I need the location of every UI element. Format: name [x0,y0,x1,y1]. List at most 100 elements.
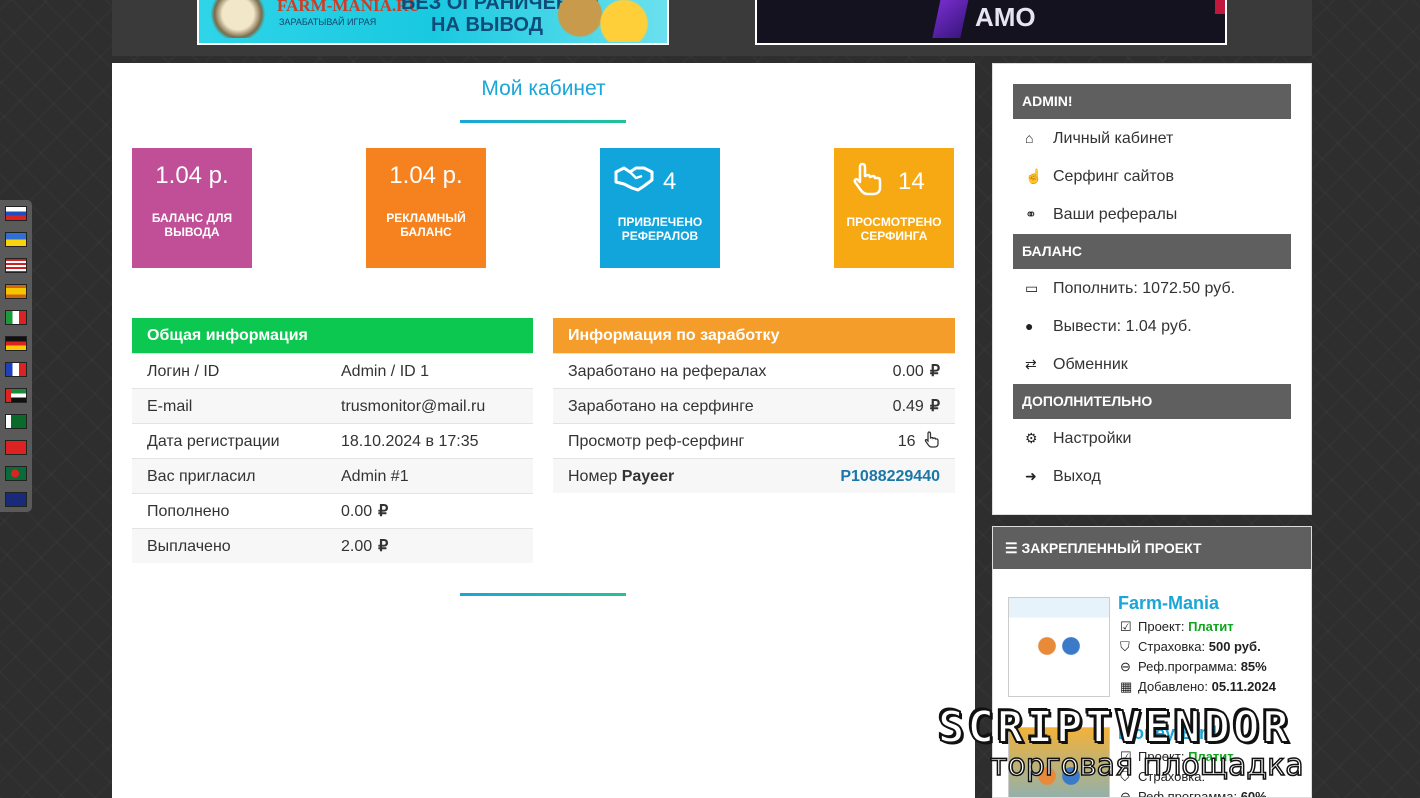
table-row: Выплачено 2.00 ₽ [132,528,533,563]
section-balance: БАЛАНС [1013,234,1291,269]
gear-icon: ⚙ [1025,430,1038,446]
amount: 0.49 [892,398,924,415]
earnings-info-table: Информация по заработку Заработано на ре… [553,318,955,493]
project-ref-line: ⊖ Реф.программа: 60% [1120,789,1267,798]
earnings-info-title: Информация по заработку [553,318,955,353]
row-key: Заработано на рефералах [568,363,767,380]
flag-germany-icon[interactable] [5,336,27,351]
sidebar-item-logout[interactable]: ➜ Выход [1025,464,1101,488]
stat-label: ПРИВЛЕЧЕНО РЕФЕРАЛОВ [617,215,703,243]
project-name-link[interactable]: Farm-Mania [1118,593,1219,614]
table-row: Пополнено 0.00 ₽ [132,493,533,528]
table-row: Просмотр реф-серфинг 16 [553,423,955,458]
project-added-line: ▦ Добавлено: 05.11.2024 [1120,679,1276,695]
flag-ukraine-icon[interactable] [5,232,27,247]
row-key: Заработано на серфинге [568,398,754,415]
general-info-title: Общая информация [132,318,533,353]
row-key: Дата регистрации [147,433,280,450]
email-value: trusmonitor@mail.ru [341,398,486,415]
section-additional: ДОПОЛНИТЕЛЬНО [1013,384,1291,419]
stat-value: 1.04 р. [389,162,463,189]
stat-label: ПРОСМОТРЕНО СЕРФИНГА [846,215,942,243]
pinned-title-text: ЗАКРЕПЛЕННЫЙ ПРОЕКТ [1021,540,1202,556]
amount: 0.00 [341,503,373,520]
sidebar-item-cabinet[interactable]: ⌂ Личный кабинет [1025,126,1173,150]
sidebar-item-withdraw[interactable]: ● Вывести: 1.04 руб. [1025,314,1192,338]
logout-icon: ➜ [1025,468,1037,484]
sidebar-item-label: Настройки [1053,430,1132,447]
stat-value: 1.04 р. [155,162,229,189]
flag-bangladesh-icon[interactable] [5,466,27,481]
ruble-icon: ₽ [929,398,940,415]
sidebar-item-exchange[interactable]: ⇄ Обменник [1025,352,1128,376]
label: Добавлено: [1138,679,1209,694]
table-row: Логин / ID Admin / ID 1 [132,353,533,388]
banner-brand: FARM-MANIA.RU [277,0,421,15]
stat-referrals: 4 ПРИВЛЕЧЕНО РЕФЕРАЛОВ [600,148,720,268]
sidebar-item-referrals[interactable]: ⚭ Ваши рефералы [1025,202,1177,226]
bottom-divider [460,593,626,596]
row-value: 18.10.2024 в 17:35 [341,433,479,450]
pointer-hand-icon [853,162,882,196]
stat-value: 14 [898,168,925,195]
flag-pakistan-icon[interactable] [5,414,27,429]
row-key: Вас пригласил [147,468,256,485]
home-icon: ⌂ [1025,130,1034,146]
flag-uae-icon[interactable] [5,388,27,403]
exchange-icon: ⇄ [1025,356,1037,372]
calendar-icon: ▦ [1120,679,1133,694]
ruble-icon: ₽ [929,363,940,380]
row-value: 0.00 ₽ [893,354,940,389]
flag-italy-icon[interactable] [5,310,27,325]
table-row: Заработано на серфинге 0.49 ₽ [553,388,955,423]
flag-turkey-icon[interactable] [5,440,27,455]
language-flags-panel [0,200,32,512]
stat-value: 4 [663,168,677,195]
project-ref-line: ⊖ Реф.программа: 85% [1120,659,1267,675]
label: Проект: [1138,619,1185,634]
sidebar-item-settings[interactable]: ⚙ Настройки [1025,426,1131,450]
section-admin: ADMIN! [1013,84,1291,119]
amount: 16 [897,433,916,450]
sidebar-item-deposit[interactable]: ▭ Пополнить: 1072.50 руб. [1025,276,1235,300]
flag-russia-icon[interactable] [5,206,27,221]
label: Реф.программа: [1138,789,1238,798]
flag-usa-icon[interactable] [5,258,27,273]
sidebar-item-label: Обменник [1053,356,1128,373]
flag-uk-icon[interactable] [5,492,27,507]
table-row: Номер Payeer P1088229440 [553,458,955,493]
added-value: 05.11.2024 [1211,679,1276,694]
farm-mania-banner[interactable]: FARM-MANIA.RU ЗАРАБАТЫВАЙ ИГРАЯ БЕЗ ОГРА… [197,0,669,45]
ruble-icon: ₽ [378,503,389,520]
row-value: 0.00 ₽ [341,494,388,529]
sidebar-item-surfing[interactable]: ☝ Серфинг сайтов [1025,164,1174,188]
row-key: Логин / ID [147,363,220,380]
row-key: Выплачено [147,538,231,555]
flag-spain-icon[interactable] [5,284,27,299]
row-key: E-mail [147,398,193,415]
project-thumbnail[interactable] [1008,597,1110,697]
cabinet-panel: Мой кабинет 1.04 р. БАЛАНС ДЛЯ ВЫВОДА 1.… [112,63,975,798]
amo-banner[interactable]: AMO [755,0,1227,45]
table-row: E-mail trusmonitor@mail.ru [132,388,533,423]
row-value: Admin #1 [341,468,409,485]
amo-banner-text: AMO [975,2,1036,32]
amo-logo-shape [932,0,970,38]
row-key: Пополнено [147,503,230,520]
circle-arrow-icon: ⊖ [1120,659,1131,674]
flag-france-icon[interactable] [5,362,27,377]
row-value: 0.49 ₽ [893,389,940,424]
label: Реф.программа: [1138,659,1238,674]
circle-arrow-icon: ⊖ [1120,789,1131,798]
pointer-hand-icon: ☝ [1025,168,1043,184]
sidebar-item-label: Пополнить: 1072.50 руб. [1053,280,1236,297]
row-key: Просмотр реф-серфинг [568,433,745,450]
sidebar-menu: ADMIN! ⌂ Личный кабинет ☝ Серфинг сайтов ⚭… [992,63,1312,515]
banner-subtitle: ЗАРАБАТЫВАЙ ИГРАЯ [279,17,377,27]
payeer-icon: ● [1025,318,1034,334]
stat-withdraw-balance: 1.04 р. БАЛАНС ДЛЯ ВЫВОДА [132,148,252,268]
payeer-account-link[interactable]: P1088229440 [840,459,940,494]
row-value: Admin / ID 1 [341,363,430,380]
pointer-hand-icon [924,431,939,448]
page-title: Мой кабинет [481,77,606,100]
